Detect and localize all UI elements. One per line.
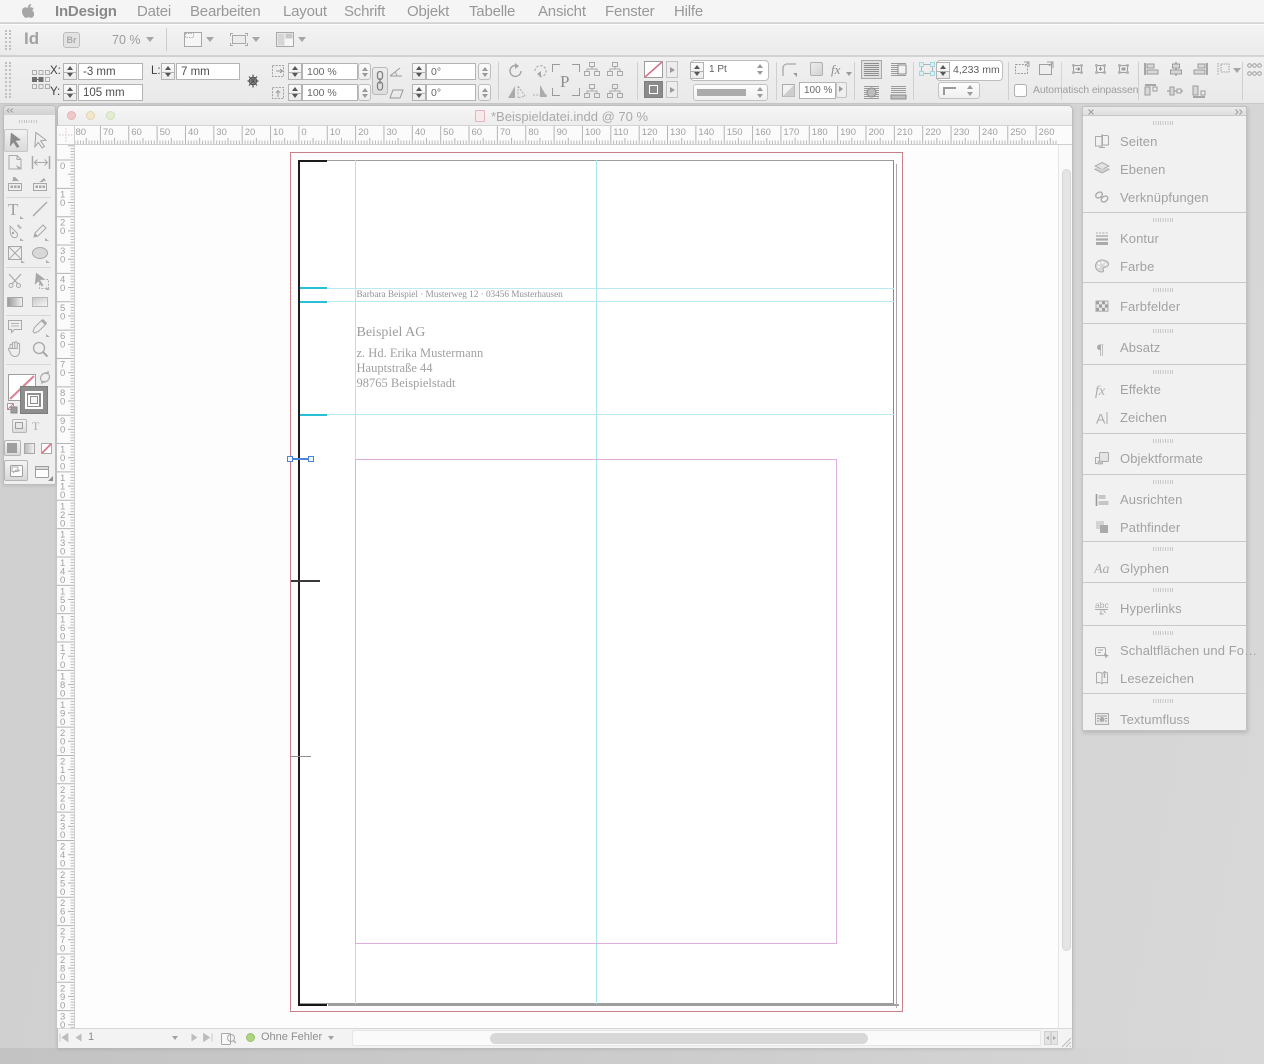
svg-text:140: 140 (698, 127, 714, 138)
svg-text:20: 20 (245, 127, 256, 138)
svg-text:P: P (560, 72, 569, 91)
svg-text:100: 100 (585, 127, 601, 138)
svg-text:130: 130 (670, 127, 686, 138)
svg-text:10: 10 (273, 127, 284, 138)
svg-text:0: 0 (60, 198, 65, 209)
svg-text:40: 40 (415, 127, 426, 138)
svg-text:0: 0 (60, 490, 65, 501)
svg-text:160: 160 (755, 127, 771, 138)
svg-text:¶: ¶ (1097, 342, 1104, 356)
svg-text:0: 0 (301, 127, 306, 138)
svg-text:170: 170 (783, 127, 799, 138)
svg-text:0: 0 (60, 915, 65, 926)
svg-text:0: 0 (60, 547, 65, 558)
svg-text:0: 0 (60, 830, 65, 841)
svg-text:T: T (8, 200, 19, 219)
svg-text:Aa: Aa (1094, 562, 1110, 576)
svg-text:180: 180 (812, 127, 828, 138)
svg-text:60: 60 (131, 127, 142, 138)
svg-text:0: 0 (60, 887, 65, 898)
svg-text:30: 30 (386, 127, 397, 138)
svg-text:0: 0 (60, 368, 65, 379)
svg-text:80: 80 (76, 127, 87, 138)
svg-text:0: 0 (60, 462, 65, 473)
svg-text:40: 40 (188, 127, 199, 138)
svg-text:0: 0 (60, 575, 65, 586)
svg-text:260: 260 (1039, 127, 1055, 138)
svg-text:0: 0 (60, 1020, 65, 1028)
svg-text:0: 0 (60, 773, 65, 784)
svg-text:0: 0 (60, 425, 65, 436)
svg-text:70: 70 (500, 127, 511, 138)
svg-text:50: 50 (443, 127, 454, 138)
svg-text:60: 60 (472, 127, 483, 138)
svg-text:0: 0 (60, 255, 65, 266)
svg-text:220: 220 (925, 127, 941, 138)
svg-text:fx: fx (1095, 384, 1106, 398)
svg-text:0: 0 (60, 340, 65, 351)
svg-text:A: A (1096, 410, 1106, 426)
svg-text:10: 10 (330, 127, 341, 138)
svg-text:0: 0 (60, 1000, 65, 1011)
svg-text:250: 250 (1010, 127, 1026, 138)
svg-text:30: 30 (216, 127, 227, 138)
svg-text:0: 0 (60, 717, 65, 728)
svg-text:0: 0 (60, 688, 65, 699)
svg-text:0: 0 (60, 226, 65, 237)
svg-text:0: 0 (60, 802, 65, 813)
svg-text:70: 70 (103, 127, 114, 138)
svg-text:0: 0 (60, 396, 65, 407)
svg-text:0: 0 (60, 161, 65, 172)
svg-text:110: 110 (613, 127, 628, 138)
svg-text:0: 0 (60, 859, 65, 870)
svg-text:0: 0 (60, 283, 65, 294)
svg-text:0: 0 (60, 311, 65, 322)
svg-text:0: 0 (60, 518, 65, 529)
svg-text:50: 50 (160, 127, 171, 138)
svg-text:200: 200 (869, 127, 885, 138)
svg-text:0: 0 (60, 632, 65, 643)
svg-text:20: 20 (358, 127, 369, 138)
svg-text:90: 90 (557, 127, 568, 138)
svg-text:240: 240 (982, 127, 998, 138)
svg-text:0: 0 (60, 660, 65, 671)
svg-text:0: 0 (60, 972, 65, 983)
svg-text:120: 120 (642, 127, 658, 138)
svg-text:190: 190 (840, 127, 856, 138)
svg-text:abc: abc (1095, 600, 1109, 610)
svg-text:0: 0 (60, 603, 65, 614)
svg-text:0: 0 (60, 745, 65, 756)
svg-text:230: 230 (954, 127, 970, 138)
svg-text:0: 0 (60, 944, 65, 955)
svg-text:80: 80 (528, 127, 539, 138)
svg-text:210: 210 (897, 127, 913, 138)
svg-text:150: 150 (727, 127, 743, 138)
